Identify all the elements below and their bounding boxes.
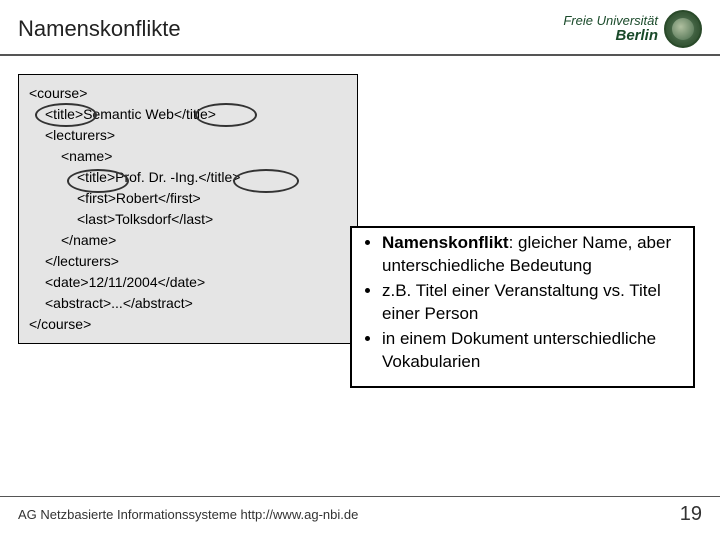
slide-body: <course> <title>Semantic Web</title> <le… <box>0 56 720 344</box>
code-line: <date>12/11/2004</date> <box>29 272 347 293</box>
bullet-item: Namenskonflikt: gleicher Name, aber unte… <box>382 232 685 278</box>
code-line: <name> <box>29 146 347 167</box>
slide-title: Namenskonflikte <box>18 16 181 42</box>
text-callout-box: Namenskonflikt: gleicher Name, aber unte… <box>350 226 695 388</box>
code-line: </course> <box>29 314 347 335</box>
page-number: 19 <box>680 503 702 526</box>
seal-icon <box>664 10 702 48</box>
highlight-circle <box>233 169 299 193</box>
code-line: <course> <box>29 83 347 104</box>
highlight-circle <box>35 103 97 127</box>
code-line: <lecturers> <box>29 125 347 146</box>
highlight-circle <box>195 103 257 127</box>
code-line: <first>Robert</first> <box>29 188 347 209</box>
code-line: </name> <box>29 230 347 251</box>
highlight-circle <box>67 169 129 193</box>
code-line: </lecturers> <box>29 251 347 272</box>
bullet-list: Namenskonflikt: gleicher Name, aber unte… <box>360 232 685 374</box>
code-line: <last>Tolksdorf</last> <box>29 209 347 230</box>
xml-code-box: <course> <title>Semantic Web</title> <le… <box>18 74 358 344</box>
slide-footer: AG Netzbasierte Informationssysteme http… <box>0 496 720 526</box>
slide-header: Namenskonflikte Freie Universität Berlin <box>0 0 720 56</box>
logo-text: Freie Universität Berlin <box>563 14 658 45</box>
university-logo: Freie Universität Berlin <box>563 10 702 48</box>
footer-text: AG Netzbasierte Informationssysteme http… <box>18 507 358 522</box>
bullet-item: z.B. Titel einer Veranstaltung vs. Titel… <box>382 280 685 326</box>
code-line: <abstract>...</abstract> <box>29 293 347 314</box>
bullet-item: in einem Dokument unterschiedliche Vokab… <box>382 328 685 374</box>
